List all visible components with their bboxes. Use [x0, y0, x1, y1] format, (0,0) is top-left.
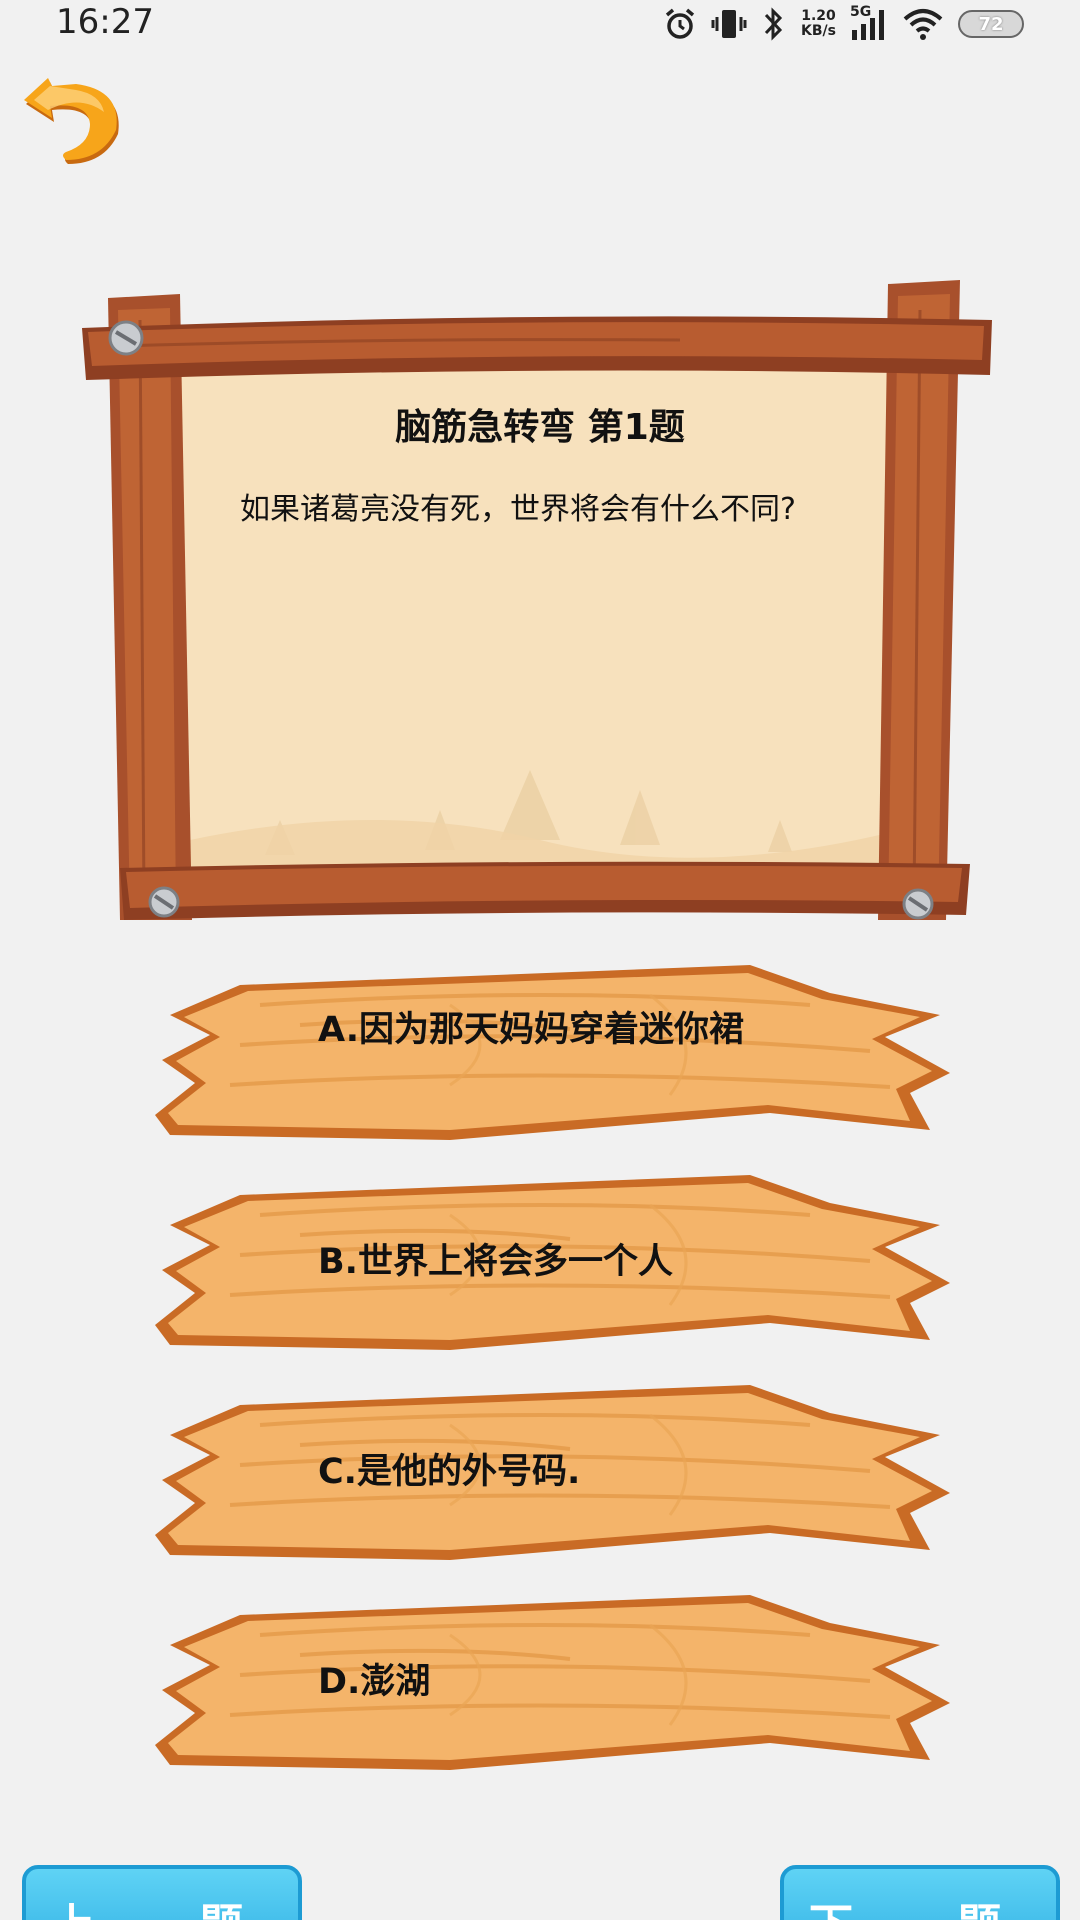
status-time: 16:27 [56, 2, 154, 42]
answer-option-d[interactable]: D.澎湖 [150, 1595, 950, 1770]
net-speed-unit: KB/s [801, 23, 836, 39]
battery-icon: 72 [958, 10, 1024, 38]
undo-arrow-icon [24, 78, 119, 164]
answer-option-b[interactable]: B.世界上将会多一个人 [150, 1175, 950, 1350]
question-text: 如果诸葛亮没有死，世界将会有什么不同? [240, 492, 796, 527]
question-board: 脑筋急转弯 第1题 如果诸葛亮没有死，世界将会有什么不同? [80, 280, 1000, 920]
wooden-frame [82, 280, 992, 920]
question-title: 脑筋急转弯 第1题 [395, 407, 685, 448]
wifi-icon [902, 7, 944, 41]
screw-icon [108, 320, 144, 356]
alarm-icon [663, 7, 697, 41]
back-button[interactable] [20, 60, 130, 175]
status-icons: 1.20 KB/s 5G 72 [663, 4, 1024, 44]
answer-label-d: D.澎湖 [318, 1662, 431, 1702]
answer-label-a: A.因为那天妈妈穿着迷你裙 [318, 1010, 745, 1050]
signal-icon: 5G [850, 4, 888, 42]
battery-level: 72 [978, 13, 1004, 35]
net-speed-value: 1.20 [801, 8, 836, 24]
answer-option-c[interactable]: C.是他的外号码. [150, 1385, 950, 1560]
next-question-button[interactable]: 下一题 [780, 1865, 1060, 1920]
answer-option-a[interactable]: A.因为那天妈妈穿着迷你裙 [150, 965, 950, 1140]
bluetooth-icon [761, 6, 787, 42]
prev-question-button[interactable]: 上一题 [22, 1865, 302, 1920]
vibrate-icon [711, 7, 747, 41]
status-bar: 16:27 1.20 KB/s 5G 72 [0, 0, 1080, 48]
screw-icon [148, 886, 180, 918]
answer-label-b: B.世界上将会多一个人 [318, 1242, 673, 1282]
screw-icon [902, 888, 934, 920]
net-speed: 1.20 KB/s [801, 9, 836, 39]
answer-label-c: C.是他的外号码. [318, 1452, 581, 1492]
